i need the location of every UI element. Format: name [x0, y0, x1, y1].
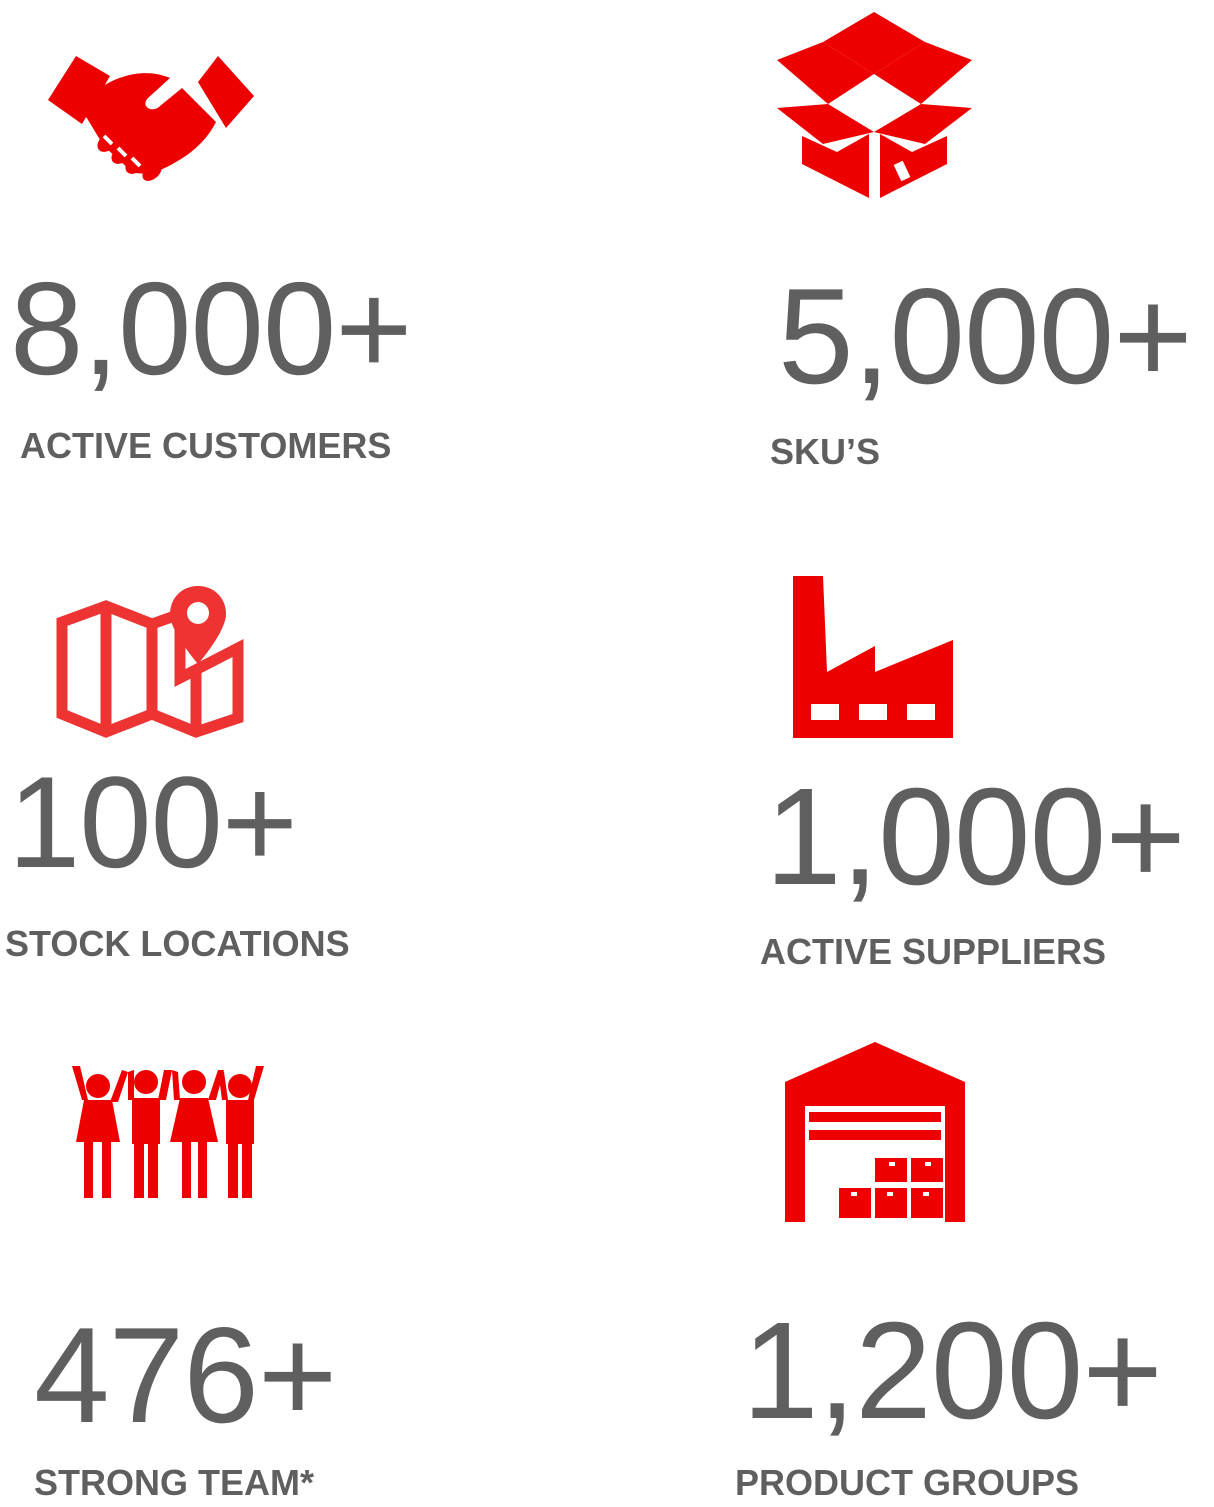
stat-value: 1,200+ — [742, 1294, 1163, 1448]
team-people-icon — [68, 1060, 268, 1200]
map-pin-icon — [56, 586, 246, 738]
stat-label: SKU’S — [770, 431, 881, 472]
stat-strong-team: 476+ STRONG TEAM* — [0, 1030, 600, 1507]
stat-active-suppliers: 1,000+ ACTIVE SUPPLIERS — [607, 560, 1214, 980]
stat-label: STOCK LOCATIONS — [5, 923, 350, 964]
stat-skus: 5,000+ SKU’S — [607, 0, 1214, 480]
stat-value: 5,000+ — [778, 260, 1193, 412]
stat-value: 1,000+ — [765, 760, 1186, 914]
stat-label: STRONG TEAM* — [34, 1462, 315, 1503]
stat-value: 100+ — [8, 749, 298, 895]
stat-product-groups: 1,200+ PRODUCT GROUPS — [607, 1030, 1214, 1507]
warehouse-icon — [785, 1042, 965, 1222]
factory-icon — [793, 576, 955, 738]
stat-label: ACTIVE SUPPLIERS — [760, 931, 1107, 972]
stat-label: PRODUCT GROUPS — [735, 1462, 1080, 1503]
stat-label: ACTIVE CUSTOMERS — [20, 425, 392, 466]
stat-value: 8,000+ — [10, 255, 412, 402]
stat-stock-locations: 100+ STOCK LOCATIONS — [0, 560, 600, 980]
handshake-icon — [48, 52, 258, 182]
stat-active-customers: 8,000+ ACTIVE CUSTOMERS — [0, 0, 600, 480]
stat-value: 476+ — [34, 1299, 337, 1451]
open-box-icon — [777, 12, 972, 202]
